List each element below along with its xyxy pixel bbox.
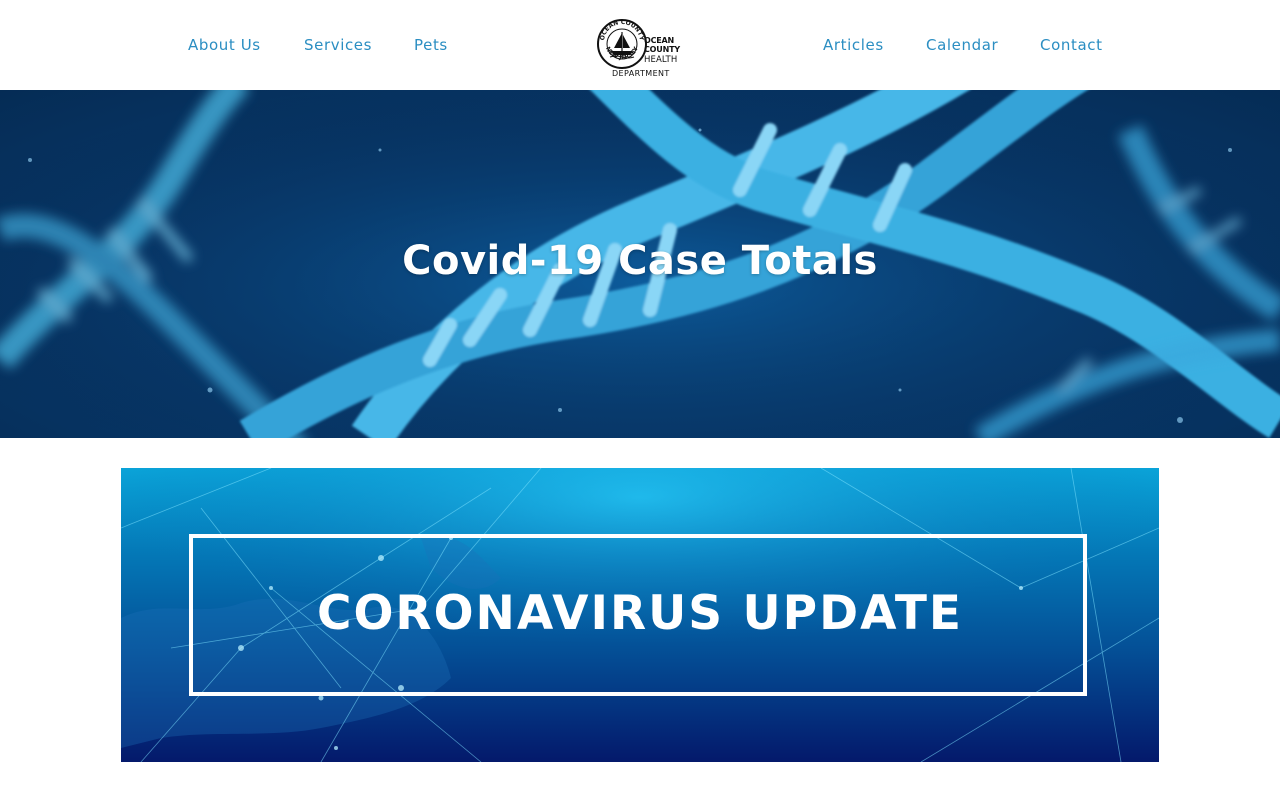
site-header: About Us Services Pets OCEAN COUNTY NEW … [0, 0, 1280, 90]
logo-line-department: DEPARTMENT [612, 69, 670, 78]
hero-banner: Covid-19 Case Totals [0, 90, 1280, 438]
nav-services[interactable]: Services [304, 35, 372, 55]
health-department-logo[interactable]: OCEAN COUNTY NEW JERSEY OCEAN COUNTY HEA… [596, 14, 688, 78]
nav-calendar[interactable]: Calendar [926, 35, 998, 55]
nav-contact[interactable]: Contact [1040, 35, 1103, 55]
page-title: Covid-19 Case Totals [402, 238, 878, 284]
nav-about-us[interactable]: About Us [188, 35, 261, 55]
coronavirus-update-banner: CORONAVIRUS UPDATE [121, 468, 1159, 762]
logo-line-county: COUNTY [644, 45, 680, 54]
nav-articles[interactable]: Articles [823, 35, 884, 55]
logo-line-ocean: OCEAN [644, 36, 675, 45]
logo-wordmark: OCEAN COUNTY HEALTH DEPARTMENT [612, 36, 688, 78]
logo-line-health: HEALTH [644, 55, 678, 65]
nav-pets[interactable]: Pets [414, 35, 448, 55]
county-seal-icon: OCEAN COUNTY NEW JERSEY [597, 19, 647, 69]
banner-headline: CORONAVIRUS UPDATE [316, 586, 964, 641]
